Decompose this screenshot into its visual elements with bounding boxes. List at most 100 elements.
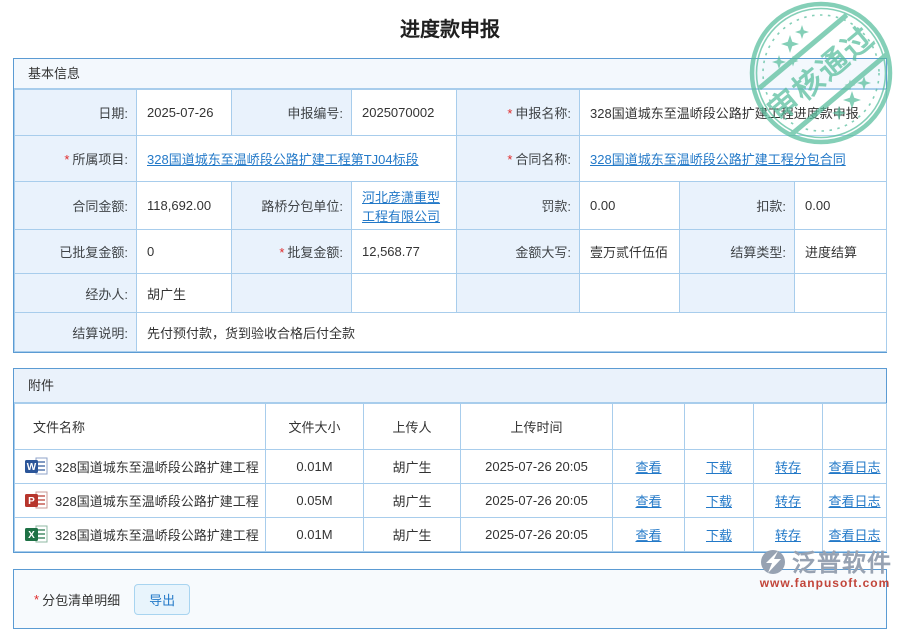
view-log-link[interactable]: 查看日志	[828, 460, 880, 475]
empty-header-cell	[754, 404, 823, 450]
pdf-file-icon: P	[25, 491, 49, 510]
empty-value-cell	[352, 274, 457, 313]
approved-amount-label: *批复金额:	[232, 230, 352, 274]
date-value: 2025-07-26	[137, 90, 232, 136]
file-name-header: 文件名称	[15, 404, 266, 450]
project-label: *所属项目:	[15, 136, 137, 182]
contract-name-value: 328国道城东至温峤段公路扩建工程分包合同	[580, 136, 887, 182]
uploader: 胡广生	[364, 484, 461, 518]
view-log-link[interactable]: 查看日志	[828, 494, 880, 509]
required-mark: *	[64, 152, 69, 167]
svg-text:X: X	[28, 530, 35, 541]
transfer-link[interactable]: 转存	[775, 528, 801, 543]
uploader: 胡广生	[364, 450, 461, 484]
empty-header-cell	[685, 404, 754, 450]
file-name-cell: P 328国道城东至温峤段公路扩建工程	[15, 484, 266, 518]
settle-note-label: 结算说明:	[15, 313, 137, 352]
file-name: 328国道城东至温峤段公路扩建工程	[55, 460, 259, 475]
empty-label-cell	[457, 274, 580, 313]
contract-amount-value: 118,692.00	[137, 182, 232, 230]
declare-name-value: 328国道城东至温峤段公路扩建工程进度款申报	[580, 90, 887, 136]
settle-note-value: 先付预付款，货到验收合格后付全款	[137, 313, 887, 352]
file-size: 0.01M	[266, 518, 364, 552]
attachments-table: 文件名称 文件大小 上传人 上传时间 W 328国道城东至温峤段公路扩建工程 0…	[14, 403, 887, 552]
upload-time-header: 上传时间	[461, 404, 613, 450]
file-size: 0.01M	[266, 450, 364, 484]
subcontract-unit-label: 路桥分包单位:	[232, 182, 352, 230]
brand-name: 泛普软件	[792, 543, 892, 578]
transfer-link[interactable]: 转存	[775, 494, 801, 509]
attachments-section: 附件 文件名称 文件大小 上传人 上传时间 W	[13, 368, 887, 553]
settle-type-label: 结算类型:	[680, 230, 795, 274]
view-link[interactable]: 查看	[635, 494, 661, 509]
attachment-row: W 328国道城东至温峤段公路扩建工程 0.01M 胡广生 2025-07-26…	[15, 450, 887, 484]
file-name: 328国道城东至温峤段公路扩建工程	[55, 494, 259, 509]
empty-value-cell	[795, 274, 887, 313]
approved-amount-value: 12,568.77	[352, 230, 457, 274]
amount-caps-label: 金额大写:	[457, 230, 580, 274]
handler-value: 胡广生	[137, 274, 232, 313]
contract-name-label: *合同名称:	[457, 136, 580, 182]
basic-info-row: 已批复金额: 0 *批复金额: 12,568.77 金额大写: 壹万贰仟伍佰 结…	[15, 230, 887, 274]
view-link[interactable]: 查看	[635, 460, 661, 475]
handler-label: 经办人:	[15, 274, 137, 313]
file-name-cell: X 328国道城东至温峤段公路扩建工程	[15, 518, 266, 552]
declare-no-value: 2025070002	[352, 90, 457, 136]
page-title: 进度款申报	[0, 0, 900, 44]
attachment-row: P 328国道城东至温峤段公路扩建工程 0.05M 胡广生 2025-07-26…	[15, 484, 887, 518]
download-link[interactable]: 下载	[706, 460, 732, 475]
upload-time: 2025-07-26 20:05	[461, 450, 613, 484]
upload-time: 2025-07-26 20:05	[461, 518, 613, 552]
basic-info-section-title: 基本信息	[14, 59, 886, 89]
basic-info-section: 基本信息 日期: 2025-07-26 申报编号: 2025070002 *申报…	[13, 58, 887, 353]
attachments-header-row: 文件名称 文件大小 上传人 上传时间	[15, 404, 887, 450]
uploader: 胡广生	[364, 518, 461, 552]
view-link[interactable]: 查看	[635, 528, 661, 543]
required-mark: *	[507, 106, 512, 121]
penalty-value: 0.00	[580, 182, 680, 230]
required-mark: *	[507, 152, 512, 167]
basic-info-row: 结算说明: 先付预付款，货到验收合格后付全款	[15, 313, 887, 352]
svg-text:P: P	[28, 496, 35, 507]
fanpu-logo-icon	[758, 546, 788, 576]
contract-amount-label: 合同金额:	[15, 182, 137, 230]
upload-time: 2025-07-26 20:05	[461, 484, 613, 518]
project-link[interactable]: 328国道城东至温峤段公路扩建工程第TJ04标段	[147, 152, 419, 167]
svg-text:W: W	[27, 462, 37, 473]
approved-total-value: 0	[137, 230, 232, 274]
export-button[interactable]: 导出	[134, 584, 190, 615]
word-file-icon: W	[25, 457, 49, 476]
project-value: 328国道城东至温峤段公路扩建工程第TJ04标段	[137, 136, 457, 182]
deduction-value: 0.00	[795, 182, 887, 230]
basic-info-row: 合同金额: 118,692.00 路桥分包单位: 河北彦潇重型工程有限公司 罚款…	[15, 182, 887, 230]
subcontract-unit-value: 河北彦潇重型工程有限公司	[352, 182, 457, 230]
declare-name-label: *申报名称:	[457, 90, 580, 136]
file-size-header: 文件大小	[266, 404, 364, 450]
attachment-row: X 328国道城东至温峤段公路扩建工程 0.01M 胡广生 2025-07-26…	[15, 518, 887, 552]
date-label: 日期:	[15, 90, 137, 136]
empty-value-cell	[580, 274, 680, 313]
empty-header-cell	[613, 404, 685, 450]
amount-caps-value: 壹万贰仟伍佰	[580, 230, 680, 274]
download-link[interactable]: 下载	[706, 528, 732, 543]
penalty-label: 罚款:	[457, 182, 580, 230]
basic-info-row: 经办人: 胡广生	[15, 274, 887, 313]
file-name-cell: W 328国道城东至温峤段公路扩建工程	[15, 450, 266, 484]
deduction-label: 扣款:	[680, 182, 795, 230]
download-link[interactable]: 下载	[706, 494, 732, 509]
brand-watermark: 泛普软件 www.fanpusoft.com	[758, 543, 892, 590]
basic-info-table: 日期: 2025-07-26 申报编号: 2025070002 *申报名称: 3…	[14, 89, 887, 352]
contract-name-link[interactable]: 328国道城东至温峤段公路扩建工程分包合同	[590, 152, 846, 167]
view-log-link[interactable]: 查看日志	[828, 528, 880, 543]
required-mark: *	[279, 245, 284, 260]
empty-header-cell	[823, 404, 887, 450]
file-size: 0.05M	[266, 484, 364, 518]
subcontract-detail-section: * 分包清单明细 导出	[13, 569, 887, 629]
brand-url: www.fanpusoft.com	[758, 576, 892, 590]
file-name: 328国道城东至温峤段公路扩建工程	[55, 528, 259, 543]
subcontract-detail-label: 分包清单明细	[42, 590, 120, 609]
required-mark: *	[34, 592, 39, 607]
transfer-link[interactable]: 转存	[775, 460, 801, 475]
subcontract-unit-link[interactable]: 河北彦潇重型工程有限公司	[362, 190, 440, 224]
approved-total-label: 已批复金额:	[15, 230, 137, 274]
